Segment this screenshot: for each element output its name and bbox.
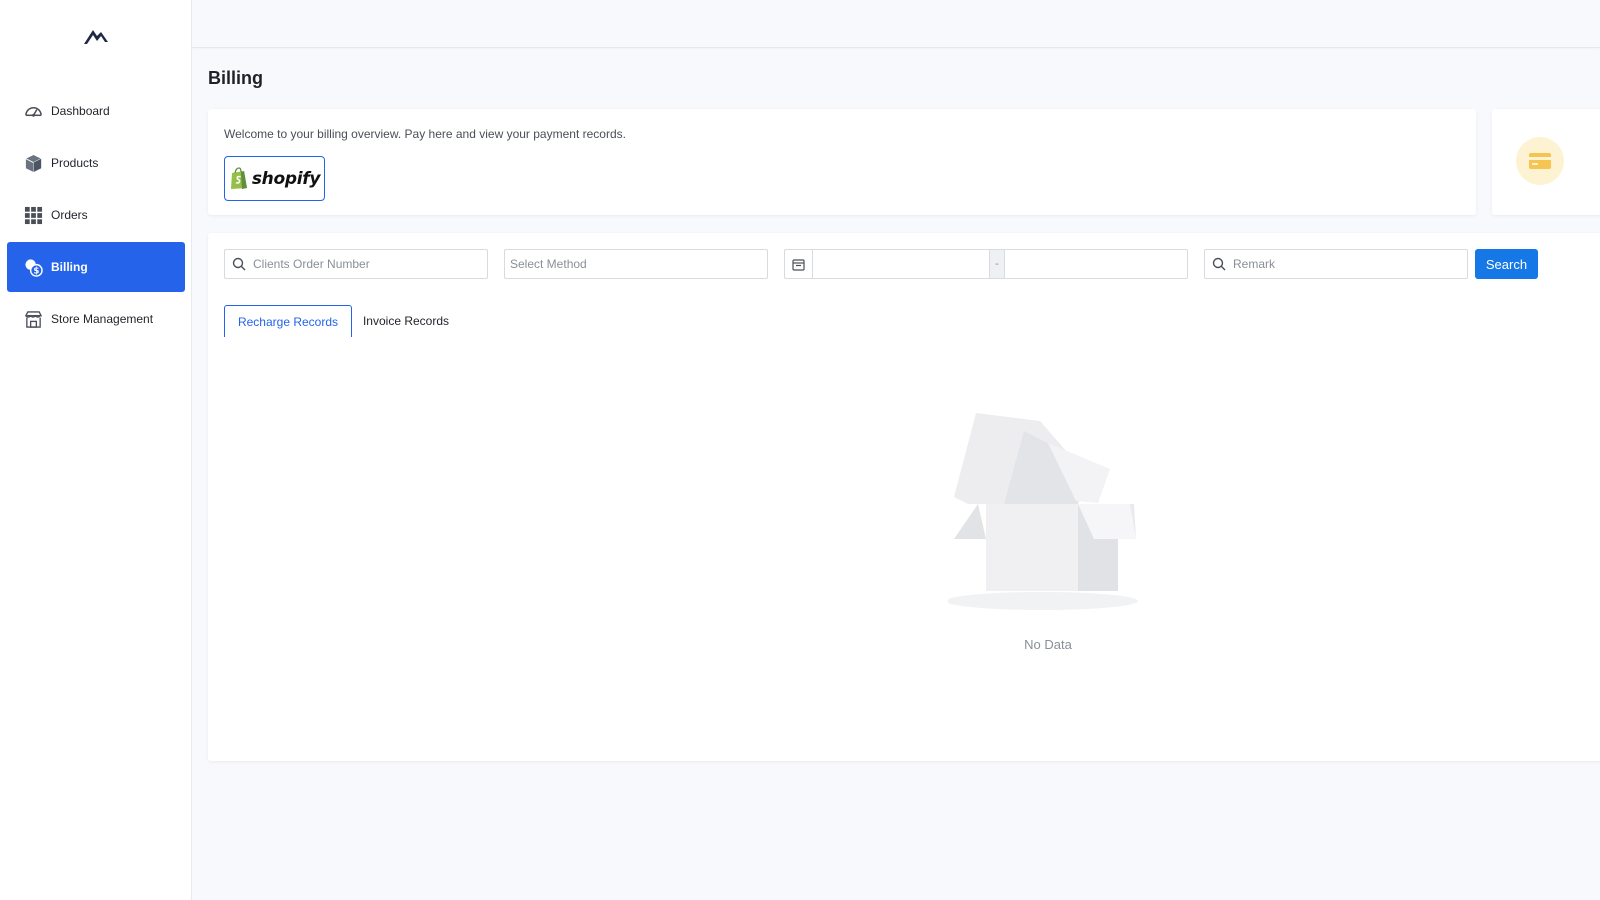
credit-card-icon (1516, 137, 1564, 185)
sidebar-item-store-management[interactable]: Store Management (7, 294, 185, 344)
shopify-pay-button[interactable]: shopify (224, 156, 325, 201)
date-range-picker[interactable]: - (784, 249, 1188, 279)
empty-box-illustration (946, 413, 1138, 610)
sidebar-item-label: Orders (51, 208, 88, 222)
shopify-bag-icon (230, 167, 247, 189)
sidebar-item-orders[interactable]: Orders (7, 190, 185, 240)
date-to-input[interactable] (1005, 250, 1187, 278)
empty-state: No Data (946, 413, 1148, 652)
records-panel: Clients Order Number Select Method - Rem… (208, 233, 1600, 761)
empty-state-text: No Data (1024, 637, 1072, 652)
search-button[interactable]: Search (1475, 249, 1538, 279)
order-number-placeholder: Clients Order Number (253, 257, 370, 271)
calendar-icon[interactable] (785, 250, 813, 278)
shopify-wordmark: shopify (251, 168, 321, 189)
date-from-input[interactable] (813, 250, 989, 278)
sidebar-item-label: Dashboard (51, 104, 110, 118)
gauge-icon (24, 102, 43, 121)
remark-placeholder: Remark (1233, 257, 1276, 271)
page-title: Billing (208, 68, 263, 88)
search-icon (1205, 257, 1233, 271)
sidebar-item-products[interactable]: Products (7, 138, 185, 188)
welcome-text: Welcome to your billing overview. Pay he… (224, 127, 626, 141)
top-bar (192, 0, 1600, 48)
tab-invoice-records[interactable]: Invoice Records (356, 305, 456, 337)
sidebar-item-billing[interactable]: $ Billing (7, 242, 185, 292)
method-placeholder: Select Method (510, 257, 587, 271)
order-number-search-input[interactable]: Clients Order Number (224, 249, 488, 279)
payment-card (1492, 109, 1600, 215)
sidebar: Dashboard Products Orders $ Billing Stor… (0, 0, 192, 900)
svg-text:$: $ (33, 266, 39, 276)
grid-icon (24, 206, 43, 225)
store-icon (24, 310, 43, 329)
search-icon (225, 257, 253, 271)
sidebar-item-label: Store Management (51, 312, 154, 326)
date-separator: - (989, 250, 1005, 278)
sidebar-item-label: Billing (51, 260, 88, 274)
welcome-card: Welcome to your billing overview. Pay he… (208, 109, 1476, 215)
mountain-logo-icon[interactable] (82, 24, 110, 46)
sidebar-item-label: Products (51, 156, 99, 170)
tab-recharge-records[interactable]: Recharge Records (224, 305, 352, 337)
coins-icon: $ (24, 258, 43, 277)
box-icon (24, 154, 43, 173)
remark-search-input[interactable]: Remark (1204, 249, 1468, 279)
sidebar-item-dashboard[interactable]: Dashboard (7, 86, 185, 136)
method-select[interactable]: Select Method (504, 249, 768, 279)
